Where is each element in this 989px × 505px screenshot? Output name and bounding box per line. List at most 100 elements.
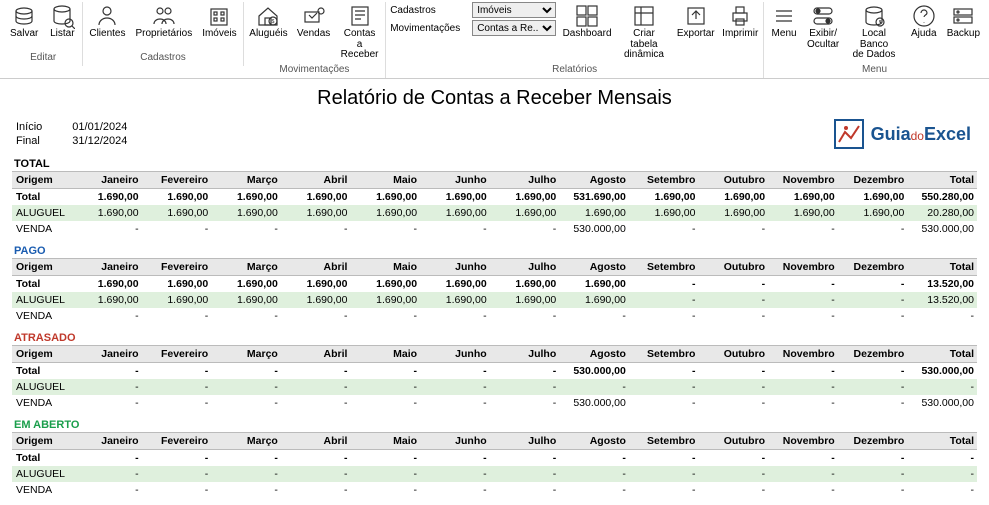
cell: -: [211, 362, 281, 379]
section-aberto: EM ABERTOOrigemJaneiroFevereiroMarçoAbri…: [12, 417, 977, 498]
contas-receber-button[interactable]: Contas aReceber: [338, 2, 381, 62]
dashboard-button[interactable]: Dashboard: [562, 2, 612, 41]
final-label: Final: [16, 134, 50, 148]
cell: -: [211, 379, 281, 395]
cell: 1.690,00: [490, 205, 560, 221]
cell: -: [490, 466, 560, 482]
data-table: OrigemJaneiroFevereiroMarçoAbrilMaioJunh…: [12, 432, 977, 498]
cell: -: [559, 482, 629, 498]
combo-label: Cadastros: [390, 5, 468, 16]
cell: -: [838, 395, 908, 411]
cell: 1.690,00: [698, 205, 768, 221]
cell: -: [629, 221, 699, 237]
vendas-button[interactable]: Vendas: [295, 2, 332, 41]
cell: -: [907, 379, 977, 395]
local-banco-dados-button[interactable]: Local Bancode Dados: [846, 2, 902, 62]
cell: -: [698, 379, 768, 395]
alugueis-button[interactable]: $Aluguéis: [248, 2, 290, 41]
clientes-button[interactable]: Clientes: [87, 2, 127, 41]
combo-cadastros[interactable]: Imóveis: [472, 2, 556, 18]
cell: 1.690,00: [838, 205, 908, 221]
col-month: Abril: [281, 432, 351, 449]
button-label: Ajuda: [911, 29, 937, 40]
cell: 1.690,00: [350, 275, 420, 292]
ajuda-button[interactable]: Ajuda: [908, 2, 940, 41]
cell: -: [629, 308, 699, 324]
group-caption: Cadastros: [140, 52, 186, 63]
col-month: Janeiro: [72, 171, 142, 188]
row-label: VENDA: [12, 482, 72, 498]
col-month: Abril: [281, 258, 351, 275]
cell: 1.690,00: [72, 292, 142, 308]
col-month: Maio: [350, 258, 420, 275]
section-pago: PAGOOrigemJaneiroFevereiroMarçoAbrilMaio…: [12, 243, 977, 324]
cell: 530.000,00: [907, 221, 977, 237]
listar-button[interactable]: Listar: [46, 2, 78, 41]
cell: 13.520,00: [907, 275, 977, 292]
col-month: Março: [211, 258, 281, 275]
cell: -: [72, 308, 142, 324]
row-label: VENDA: [12, 395, 72, 411]
cell: -: [698, 466, 768, 482]
group-caption: Relatórios: [552, 64, 597, 75]
exportar-button[interactable]: Exportar: [676, 2, 715, 41]
cell: -: [838, 275, 908, 292]
cell: 1.690,00: [350, 292, 420, 308]
combo-movimentações[interactable]: Contas a Re...: [472, 20, 556, 36]
cell: 550.280,00: [907, 188, 977, 205]
exibir-ocultar-button[interactable]: Exibir/Ocultar: [806, 2, 840, 51]
criar-tabela-dinamica-button[interactable]: Criar tabeladinâmica: [618, 2, 670, 62]
cell: 1.690,00: [281, 188, 351, 205]
col-month: Total: [907, 432, 977, 449]
table-row: Total1.690,001.690,001.690,001.690,001.6…: [12, 275, 977, 292]
cell: 530.000,00: [907, 362, 977, 379]
cell: -: [142, 379, 212, 395]
cell: -: [350, 395, 420, 411]
section-title: EM ABERTO: [12, 417, 977, 432]
cell: -: [698, 221, 768, 237]
cell: -: [72, 466, 142, 482]
cell: 1.690,00: [420, 275, 490, 292]
cell: -: [838, 482, 908, 498]
cell: 1.690,00: [281, 205, 351, 221]
row-label: Total: [12, 362, 72, 379]
col-month: Total: [907, 258, 977, 275]
col-origem: Origem: [12, 171, 72, 188]
col-month: Junho: [420, 258, 490, 275]
cell: 530.000,00: [559, 395, 629, 411]
cell: 1.690,00: [559, 205, 629, 221]
cell: 1.690,00: [211, 205, 281, 221]
button-label: Criar tabeladinâmica: [620, 29, 668, 61]
cell: 1.690,00: [420, 188, 490, 205]
table-row: Total-------530.000,00----530.000,00: [12, 362, 977, 379]
cell: -: [907, 308, 977, 324]
col-month: Dezembro: [838, 258, 908, 275]
cell: -: [142, 308, 212, 324]
salvar-button[interactable]: Salvar: [8, 2, 40, 41]
imoveis-button[interactable]: Imóveis: [200, 2, 238, 41]
page-title: Relatório de Contas a Receber Mensais: [0, 87, 989, 110]
menu-button[interactable]: Menu: [768, 2, 800, 41]
cell: -: [698, 395, 768, 411]
proprietarios-button[interactable]: Proprietários: [134, 2, 195, 41]
col-month: Novembro: [768, 345, 838, 362]
col-origem: Origem: [12, 258, 72, 275]
row-label: ALUGUEL: [12, 379, 72, 395]
ribbon-group-relatórios: CadastrosImóveisMovimentaçõesContas a Re…: [386, 2, 764, 78]
cell: -: [629, 362, 699, 379]
cell: -: [281, 308, 351, 324]
cell: 1.690,00: [768, 188, 838, 205]
cell: -: [838, 308, 908, 324]
ribbon-group-movimentações: $AluguéisVendasContas aReceberMovimentaç…: [244, 2, 387, 78]
cell: -: [142, 395, 212, 411]
button-label: Menu: [772, 29, 797, 40]
col-month: Fevereiro: [142, 258, 212, 275]
cell: -: [281, 466, 351, 482]
imprimir-button[interactable]: Imprimir: [721, 2, 759, 41]
col-month: Agosto: [559, 345, 629, 362]
cell: -: [838, 466, 908, 482]
backup-button[interactable]: Backup: [946, 2, 981, 41]
section-atrasado: ATRASADOOrigemJaneiroFevereiroMarçoAbril…: [12, 330, 977, 411]
cell: -: [142, 449, 212, 466]
cell: 1.690,00: [350, 188, 420, 205]
